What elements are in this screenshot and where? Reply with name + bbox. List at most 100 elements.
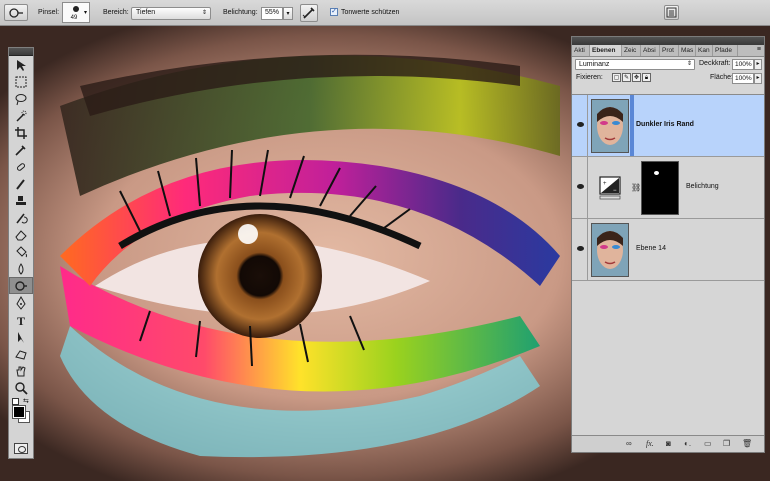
tool-preset-picker[interactable] bbox=[4, 4, 28, 21]
shape-tool-icon bbox=[15, 350, 27, 360]
tab-paths[interactable]: Pfade bbox=[713, 45, 738, 56]
brush-picker[interactable]: 49 ▾ bbox=[62, 2, 90, 23]
protect-tones-checkbox[interactable]: ✓ bbox=[330, 8, 338, 16]
blend-opacity-row: Luminanz ⇕ Deckkraft: 100% ▸ bbox=[572, 57, 764, 71]
brush-label: Pinsel: bbox=[38, 9, 60, 16]
panel-icon bbox=[666, 7, 677, 18]
tab-channels[interactable]: Kan bbox=[696, 45, 713, 56]
tab-layers[interactable]: Ebenen bbox=[590, 45, 622, 56]
tab-paragraph[interactable]: Absi bbox=[641, 45, 660, 56]
airbrush-toggle[interactable] bbox=[300, 4, 318, 22]
layer-name[interactable]: Dunkler Iris Rand bbox=[636, 121, 694, 128]
fill-field[interactable]: 100% bbox=[732, 73, 754, 84]
link-layers-icon[interactable]: ∞ bbox=[626, 439, 632, 448]
exposure-value: 55% bbox=[265, 9, 280, 16]
opacity-field[interactable]: 100% bbox=[732, 59, 754, 70]
mask-spot bbox=[654, 171, 659, 175]
exposure-field[interactable]: 55% bbox=[261, 7, 283, 20]
layers-panel-grip[interactable] bbox=[572, 37, 764, 45]
type-tool-icon: T bbox=[17, 314, 25, 327]
history-brush-tool-button[interactable] bbox=[9, 209, 33, 226]
portrait-thumbnail-icon bbox=[592, 224, 628, 276]
tab-history[interactable]: Prot bbox=[660, 45, 679, 56]
type-tool-button[interactable]: T bbox=[9, 311, 33, 328]
lock-transparency-icon[interactable]: ▢ bbox=[612, 73, 621, 82]
new-group-icon[interactable]: ▭ bbox=[704, 439, 712, 448]
new-layer-icon[interactable]: ❐ bbox=[723, 439, 730, 448]
tab-character[interactable]: Zeic bbox=[622, 45, 641, 56]
path-select-tool-button[interactable] bbox=[9, 328, 33, 345]
brush-preview-icon bbox=[73, 6, 79, 12]
blend-mode-value: Luminanz bbox=[579, 61, 610, 68]
layer-name[interactable]: Belichtung bbox=[686, 183, 719, 190]
lock-all-icon[interactable]: 🔒︎ bbox=[642, 73, 651, 82]
quick-mask-icon[interactable] bbox=[14, 443, 28, 454]
brush-size: 49 bbox=[70, 15, 78, 21]
mask-thumbnail[interactable] bbox=[641, 161, 679, 215]
visibility-toggle[interactable] bbox=[574, 157, 588, 218]
crop-tool-button[interactable] bbox=[9, 124, 33, 141]
lock-pixels-icon[interactable]: ✎ bbox=[622, 73, 631, 82]
fill-dropdown-button[interactable]: ▸ bbox=[754, 73, 762, 84]
layer-row[interactable]: Ebene 14 bbox=[572, 219, 764, 281]
blur-tool-icon bbox=[18, 263, 24, 275]
fx-icon[interactable]: fx. bbox=[646, 439, 654, 448]
layers-footer: ∞ fx. ◙ ◐. ▭ ❐ 🗑︎ bbox=[572, 435, 764, 452]
color-swatches: ⇆ bbox=[9, 396, 33, 432]
marquee-tool-icon bbox=[15, 76, 27, 88]
paint-bucket-tool-button[interactable] bbox=[9, 243, 33, 260]
shape-tool-button[interactable] bbox=[9, 345, 33, 362]
move-tool-button[interactable] bbox=[9, 56, 33, 73]
zoom-tool-button[interactable] bbox=[9, 379, 33, 396]
marquee-tool-button[interactable] bbox=[9, 73, 33, 90]
hand-tool-icon bbox=[16, 366, 26, 377]
layer-row[interactable]: + − ⛓︎ Belichtung bbox=[572, 157, 764, 219]
exposure-dropdown-button[interactable]: ▾ bbox=[283, 7, 293, 20]
layer-thumbnail bbox=[591, 99, 629, 153]
clone-stamp-tool-button[interactable] bbox=[9, 192, 33, 209]
brush-tool-button[interactable] bbox=[9, 175, 33, 192]
layer-name[interactable]: Ebene 14 bbox=[636, 245, 666, 252]
opacity-dropdown-button[interactable]: ▸ bbox=[754, 59, 762, 70]
range-select[interactable]: Tiefen ⇕ bbox=[131, 7, 211, 20]
blend-mode-select[interactable]: Luminanz ⇕ bbox=[575, 59, 695, 70]
adjustment-layer-icon[interactable]: ◐. bbox=[684, 439, 691, 448]
spot-healing-tool-button[interactable] bbox=[9, 158, 33, 175]
lasso-tool-icon bbox=[15, 94, 27, 106]
eraser-tool-button[interactable] bbox=[9, 226, 33, 243]
tablet-pressure-button[interactable] bbox=[664, 5, 679, 20]
eye-icon bbox=[577, 184, 584, 189]
brush-tool-icon bbox=[16, 179, 25, 190]
foreground-color-swatch[interactable] bbox=[12, 405, 26, 419]
crop-tool-icon bbox=[15, 127, 27, 139]
opacity-value: 100% bbox=[735, 61, 752, 68]
tab-masks[interactable]: Mas bbox=[679, 45, 696, 56]
options-bar: Pinsel: 49 ▾ Bereich: Tiefen ⇕ Belichtun… bbox=[0, 0, 770, 26]
burn-tool-button[interactable] bbox=[9, 277, 33, 294]
swap-colors-icon[interactable]: ⇆ bbox=[23, 397, 29, 405]
svg-text:+: + bbox=[603, 181, 607, 187]
hand-tool-button[interactable] bbox=[9, 362, 33, 379]
eraser-tool-icon bbox=[15, 230, 27, 241]
tools-panel-grip[interactable] bbox=[9, 48, 33, 56]
svg-text:−: − bbox=[613, 188, 617, 194]
pen-tool-button[interactable] bbox=[9, 294, 33, 311]
quick-select-tool-button[interactable] bbox=[9, 107, 33, 124]
default-colors-icon[interactable] bbox=[12, 398, 19, 405]
trash-icon[interactable]: 🗑︎ bbox=[742, 439, 752, 448]
eyedropper-tool-button[interactable] bbox=[9, 141, 33, 158]
panel-menu-icon[interactable]: ≡ bbox=[757, 46, 761, 53]
tab-actions[interactable]: Akti bbox=[572, 45, 590, 56]
layers-panel: Akti Ebenen Zeic Absi Prot Mas Kan Pfade… bbox=[571, 36, 765, 453]
visibility-toggle[interactable] bbox=[574, 95, 588, 156]
layer-thumbnail bbox=[591, 223, 629, 277]
layer-row[interactable]: Dunkler Iris Rand bbox=[572, 95, 764, 157]
visibility-toggle[interactable] bbox=[574, 219, 588, 280]
tools-panel: T ⇆ bbox=[8, 47, 34, 459]
blur-tool-button[interactable] bbox=[9, 260, 33, 277]
link-icon[interactable]: ⛓︎ bbox=[631, 183, 641, 192]
add-mask-icon[interactable]: ◙ bbox=[666, 439, 671, 448]
spot-healing-tool-icon bbox=[16, 163, 26, 171]
lock-position-icon[interactable]: ✥ bbox=[632, 73, 641, 82]
lasso-tool-button[interactable] bbox=[9, 90, 33, 107]
